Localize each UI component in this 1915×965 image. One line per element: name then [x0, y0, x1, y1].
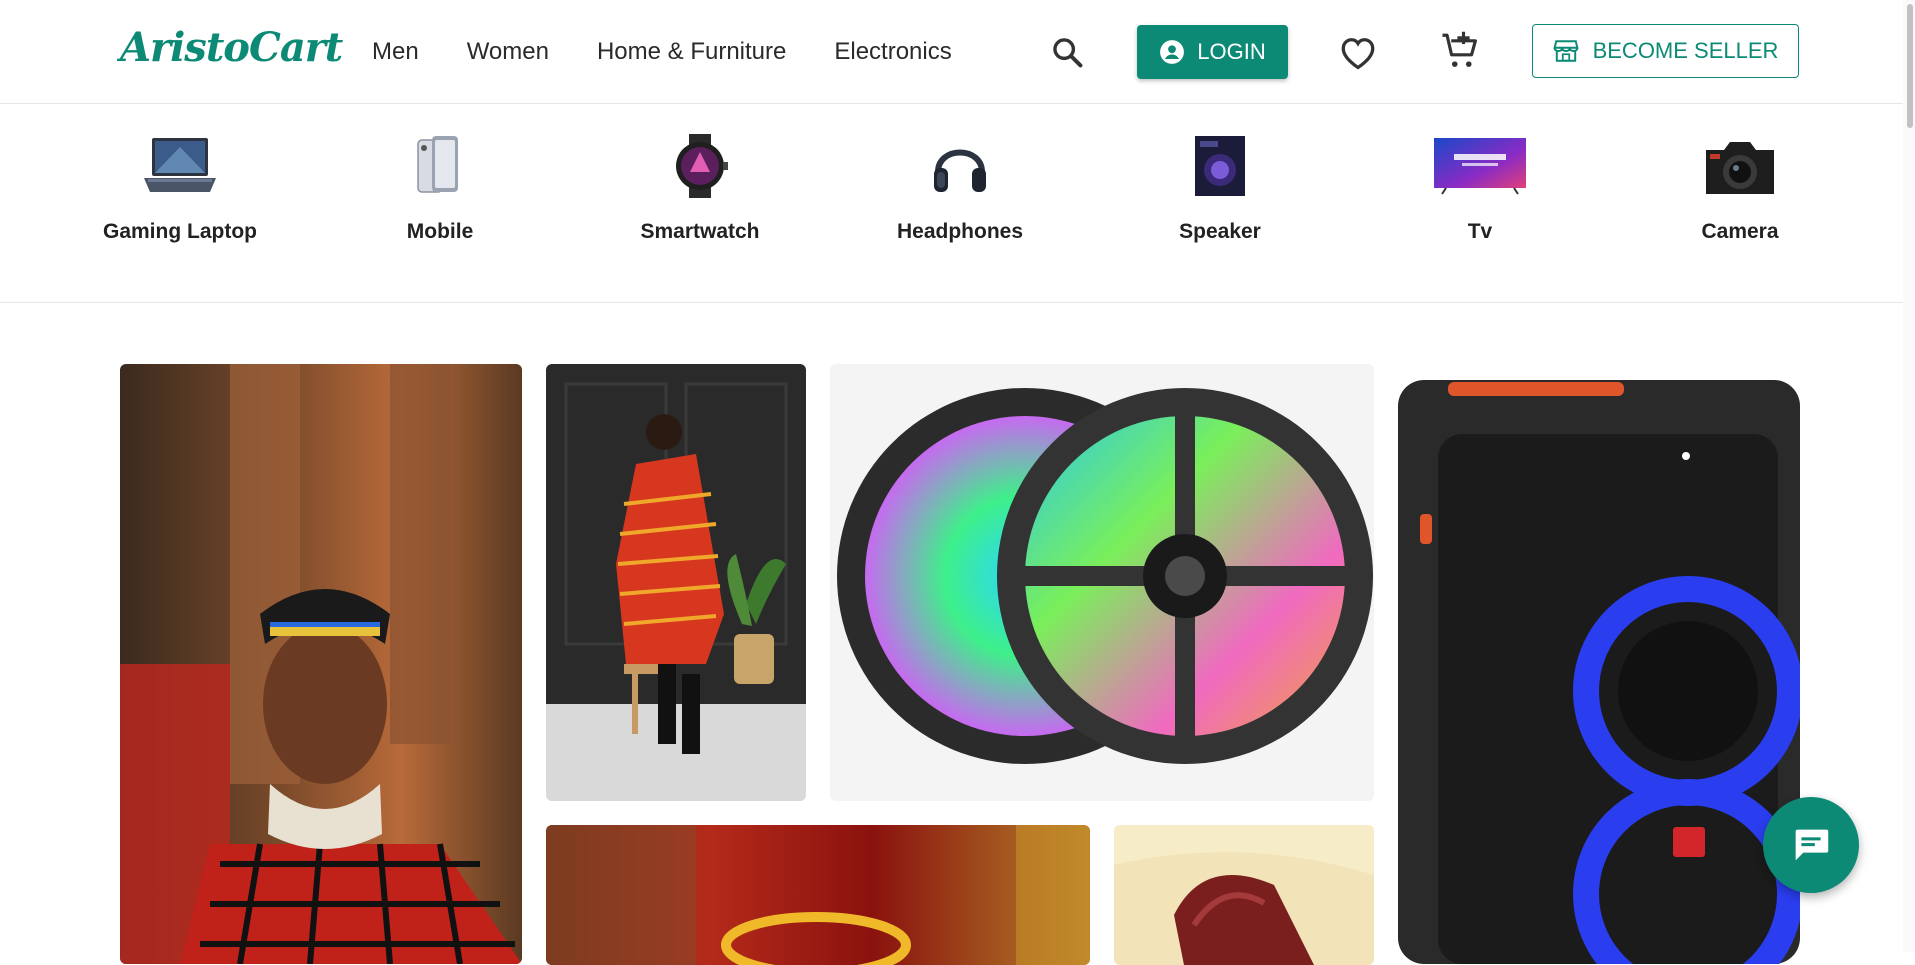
headphones-icon [910, 133, 1010, 199]
search-button[interactable] [1045, 30, 1089, 74]
nav-men[interactable]: Men [372, 38, 419, 66]
smartwatch-icon [650, 133, 750, 199]
category-label: Tv [1467, 220, 1493, 243]
category-label: Headphones [896, 220, 1024, 243]
category-label: Smartwatch [640, 220, 760, 243]
woman-photo [120, 364, 522, 964]
laptop-icon [130, 133, 230, 199]
tile-gold-jewelry[interactable] [546, 825, 1090, 965]
camera-icon [1690, 133, 1790, 199]
cart-button[interactable] [1437, 28, 1483, 74]
nav-electronics[interactable]: Electronics [834, 38, 951, 66]
category-mobile[interactable]: Mobile [360, 133, 520, 247]
store-icon [1552, 40, 1579, 62]
tile-rgb-led-strip-reels[interactable] [830, 364, 1374, 801]
category-label: Gaming Laptop [103, 220, 257, 243]
nav-home-furniture[interactable]: Home & Furniture [597, 38, 786, 66]
category-tv[interactable]: Tv [1400, 133, 1560, 247]
jewelry-photo [546, 825, 1090, 965]
scrollbar-thumb[interactable] [1907, 4, 1913, 128]
category-strip: Gaming Laptop Mobile Smartwatch Headphon… [0, 105, 1915, 303]
become-seller-button[interactable]: BECOME SELLER [1532, 24, 1799, 78]
login-button[interactable]: LOGIN [1137, 25, 1288, 79]
category-speaker[interactable]: Speaker [1140, 133, 1300, 247]
category-label: Mobile [406, 220, 474, 243]
mobile-icon [390, 133, 490, 199]
top-header: AristoCart Men Women Home & Furniture El… [0, 0, 1915, 104]
category-label: Camera [1701, 220, 1779, 243]
chat-icon [1795, 829, 1829, 861]
heart-icon [1341, 38, 1375, 70]
cart-add-icon [1442, 31, 1477, 67]
become-seller-label: BECOME SELLER [1592, 38, 1779, 63]
main-nav: Men Women Home & Furniture Electronics [372, 38, 952, 66]
category-camera[interactable]: Camera [1660, 133, 1820, 247]
page-scrollbar[interactable] [1903, 0, 1915, 952]
speaker-icon [1170, 133, 1270, 199]
user-icon [1160, 40, 1185, 64]
speaker-photo [1398, 364, 1800, 964]
category-headphones[interactable]: Headphones [880, 133, 1040, 247]
led-strip-photo [830, 364, 1374, 801]
tile-jbl-party-speaker[interactable] [1398, 364, 1800, 964]
login-label: LOGIN [1197, 39, 1266, 64]
tile-maroon-slipper[interactable] [1114, 825, 1374, 965]
chat-button[interactable] [1763, 797, 1859, 893]
tile-man-shuka-portrait[interactable] [546, 364, 806, 801]
nav-women[interactable]: Women [467, 38, 549, 66]
tile-woman-traditional-outfit[interactable] [120, 364, 522, 964]
category-smartwatch[interactable]: Smartwatch [620, 133, 780, 247]
man-photo [546, 364, 806, 801]
category-gaming-laptop[interactable]: Gaming Laptop [100, 133, 260, 247]
category-label: Speaker [1179, 220, 1261, 243]
tv-icon [1430, 133, 1530, 199]
brand-logo[interactable]: AristoCart [120, 24, 343, 71]
wishlist-button[interactable] [1336, 30, 1380, 74]
search-icon [1053, 38, 1083, 68]
slipper-photo [1114, 825, 1374, 965]
